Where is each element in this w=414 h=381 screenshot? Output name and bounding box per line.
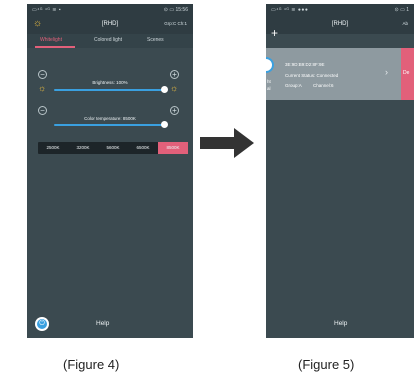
add-icon[interactable]: + [271, 26, 278, 40]
device-status-icon [266, 57, 274, 73]
color-temp-slider-thumb[interactable] [160, 121, 168, 128]
device-mac: 3E:9D:B9:D2:8F:9E [285, 62, 325, 67]
preset-6500k[interactable]: 6500K [128, 142, 158, 154]
preset-5600k[interactable]: 5600K [98, 142, 128, 154]
title-bar: ☼ [RHD] Grp:C Ch:1 [27, 16, 193, 34]
sun-high-icon: ☼ [170, 83, 179, 93]
device-group: Group:A [285, 83, 302, 88]
temp-plus-button[interactable]: + [170, 106, 179, 115]
preset-2500k[interactable]: 2500K [38, 142, 68, 154]
brightness-slider-thumb[interactable] [160, 86, 168, 93]
temp-minus-button[interactable]: − [38, 106, 47, 115]
status-right: ⊙ ▭ 15:56 [163, 7, 188, 13]
figure4-caption: (Figure 4) [63, 357, 120, 372]
tab-scenes[interactable]: Scenes [147, 37, 164, 43]
status-bar: ▭⁴ᴳ ⁴ᴳ ≋ ▪ ⊙ ▭ 15:56 [27, 4, 193, 16]
device-list-item[interactable]: ht al 3E:9D:B9:D2:8F:9E Current Status: … [266, 48, 401, 100]
status-right: ⊙ ▭ 1 [394, 7, 409, 13]
right-arrow-icon [200, 128, 254, 158]
temperature-presets: 2500K 3200K 5600K 6500K 8500K [38, 142, 188, 154]
device-channel: Channel:6 [313, 83, 334, 88]
help-link[interactable]: Help [96, 320, 109, 327]
help-link[interactable]: Help [334, 320, 347, 327]
status-bar: ▭⁴ᴳ ⁴ᴳ ≋ ●●● ⊙ ▭ 1 [266, 4, 414, 16]
preset-8500k[interactable]: 8500K [158, 142, 188, 154]
device-status: Current Status: Connected [285, 73, 339, 78]
page-title: [RHD] [331, 21, 349, 27]
device-left-text-2: al [267, 86, 271, 91]
power-button[interactable]: ⏻ [35, 317, 49, 331]
brightness-plus-button[interactable]: + [170, 70, 179, 79]
figure5-caption: (Figure 5) [298, 357, 355, 372]
preset-3200k[interactable]: 3200K [68, 142, 98, 154]
chevron-right-icon: › [385, 67, 388, 77]
color-temp-label: Color temperature: 8500K [84, 116, 136, 121]
title-bar: + [RHD] Ab [266, 16, 414, 40]
tab-colored-light[interactable]: Colored light [94, 37, 122, 43]
tab-whitelight[interactable]: Whitelight [40, 37, 62, 43]
group-channel-label[interactable]: Grp:C Ch:1 [164, 21, 187, 26]
color-temp-track[interactable] [54, 124, 164, 126]
about-link[interactable]: Ab [402, 21, 408, 26]
active-tab-indicator [35, 46, 75, 48]
brightness-label: Brightness: 100% [92, 80, 128, 85]
power-icon: ⏻ [37, 319, 47, 329]
device-left-text: ht [267, 79, 271, 84]
brightness-track[interactable] [54, 89, 164, 91]
delete-label: De [403, 70, 410, 76]
delete-button[interactable]: De [401, 48, 414, 100]
sun-low-icon: ☼ [38, 83, 47, 93]
status-left: ▭⁴ᴳ ⁴ᴳ ≋ ▪ [32, 7, 62, 13]
brightness-minus-button[interactable]: − [38, 70, 47, 79]
tab-bar: Whitelight Colored light Scenes [27, 34, 193, 48]
phone-screen-figure5: ▭⁴ᴳ ⁴ᴳ ≋ ●●● ⊙ ▭ 1 + [RHD] Ab ht al 3E:9… [266, 4, 414, 338]
phone-screen-figure4: ▭⁴ᴳ ⁴ᴳ ≋ ▪ ⊙ ▭ 15:56 ☼ [RHD] Grp:C Ch:1 … [27, 4, 193, 338]
status-left: ▭⁴ᴳ ⁴ᴳ ≋ ●●● [271, 7, 309, 13]
